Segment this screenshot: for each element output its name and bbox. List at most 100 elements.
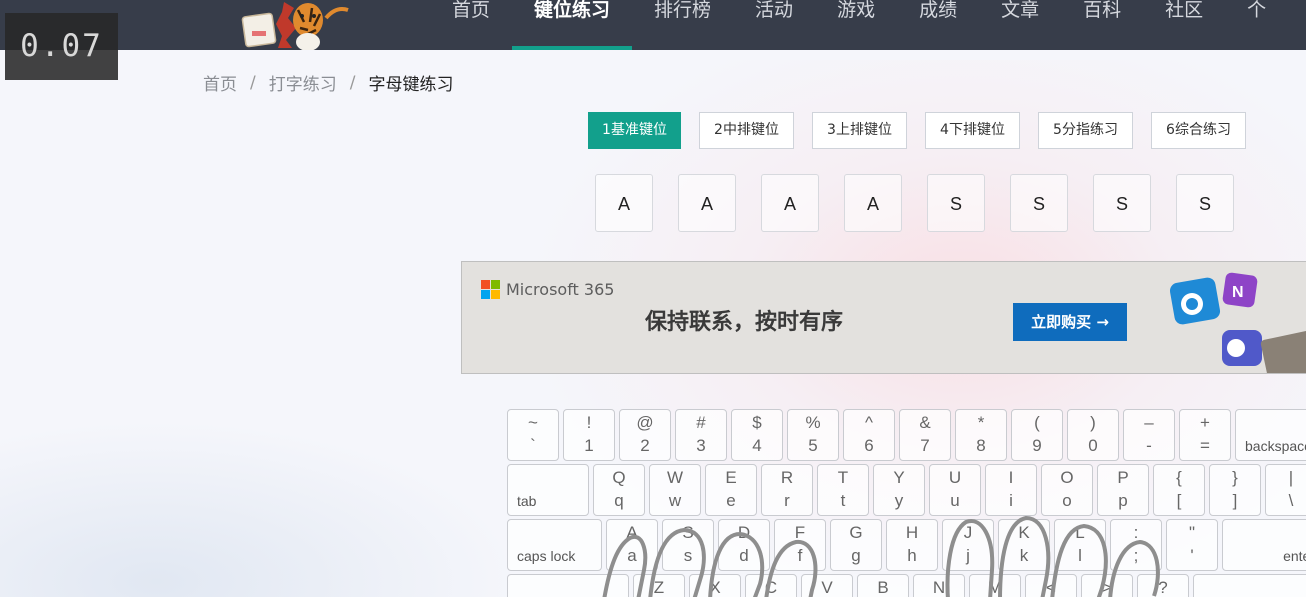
keyboard-key[interactable]: X — [689, 574, 741, 597]
keyboard-key[interactable]: N — [913, 574, 965, 597]
tab-key[interactable]: tab — [507, 464, 589, 516]
keyboard-key[interactable]: Ff — [774, 519, 826, 571]
practice-tab[interactable]: 1基准键位 — [588, 112, 681, 149]
keyboard-key[interactable]: Rr — [761, 464, 813, 516]
keyboard-key[interactable]: > — [1081, 574, 1133, 597]
right-shift-key[interactable] — [1193, 574, 1306, 597]
ms-square-green — [491, 280, 500, 289]
nav-item[interactable]: 游戏 — [815, 0, 897, 50]
breadcrumb-home[interactable]: 首页 — [203, 70, 237, 95]
keyboard-key[interactable]: ! 1 — [563, 409, 615, 461]
keyboard-key[interactable]: M — [969, 574, 1021, 597]
target-key: S — [1093, 174, 1151, 232]
key-char: i — [1009, 491, 1013, 510]
key-char: 2 — [640, 436, 650, 455]
keyboard-key[interactable]: Pp — [1097, 464, 1149, 516]
nav-item[interactable]: 百科 — [1061, 0, 1143, 50]
keyboard-key[interactable]: Ss — [662, 519, 714, 571]
keyboard-key[interactable]: @2 — [619, 409, 671, 461]
keyboard-key[interactable]: #3 — [675, 409, 727, 461]
key-char: l — [1078, 546, 1082, 565]
keyboard-key[interactable]: | \ — [1265, 464, 1306, 516]
key-char: 0 — [1088, 436, 1098, 455]
key-char: > — [1102, 578, 1112, 597]
keyboard-row-numbers: ~ `! 1 @2 #3 $4% 5 ^ 6 & 7 * 8(9) 0– - + = backspace — [507, 409, 1306, 461]
ms-square-yellow — [491, 290, 500, 299]
ad-buy-button[interactable]: 立即购买 → — [1013, 303, 1127, 341]
keyboard-key[interactable]: (9 — [1011, 409, 1063, 461]
key-char: w — [668, 491, 682, 510]
keyboard-key[interactable]: – - — [1123, 409, 1175, 461]
keyboard-key[interactable]: Gg — [830, 519, 882, 571]
keyboard-key[interactable]: Dd — [718, 519, 770, 571]
keyboard-key[interactable]: ) 0 — [1067, 409, 1119, 461]
target-key: S — [1010, 174, 1068, 232]
nav-item-label: 活动 — [755, 0, 794, 21]
keyboard-key[interactable]: + = — [1179, 409, 1231, 461]
key-shift-char: | — [1288, 468, 1294, 487]
keyboard-key[interactable]: ~ ` — [507, 409, 559, 461]
ad-banner[interactable]: Microsoft 365 保持联系，按时有序 立即购买 → N — [461, 261, 1306, 374]
key-char: e — [726, 491, 736, 510]
key-shift-char: " — [1188, 523, 1196, 542]
left-shift-key[interactable] — [507, 574, 629, 597]
enter-key[interactable]: enter — [1222, 519, 1306, 571]
caps-lock-key[interactable]: caps lock — [507, 519, 602, 571]
key-char: s — [683, 546, 693, 565]
keyboard-key[interactable]: Hh — [886, 519, 938, 571]
keyboard-key[interactable]: % 5 — [787, 409, 839, 461]
key-shift-char: ~ — [528, 413, 538, 432]
backspace-key[interactable]: backspace — [1235, 409, 1306, 461]
keyboard-key[interactable]: Yy — [873, 464, 925, 516]
keyboard-key[interactable]: Jj — [942, 519, 994, 571]
keyboard-key[interactable]: V — [801, 574, 853, 597]
nav-item[interactable]: 排行榜 — [632, 0, 733, 50]
keyboard-key[interactable]: ? — [1137, 574, 1189, 597]
nav-item-label: 键位练习 — [534, 0, 611, 21]
key-char: = — [1200, 436, 1210, 455]
keyboard-key[interactable]: Z — [633, 574, 685, 597]
key-shift-char: E — [725, 468, 737, 487]
nav-item[interactable]: 成绩 — [897, 0, 979, 50]
keyboard-key[interactable]: * 8 — [955, 409, 1007, 461]
keyboard-key[interactable]: Tt — [817, 464, 869, 516]
keyboard-key[interactable]: $4 — [731, 409, 783, 461]
keyboard-key[interactable]: {[ — [1153, 464, 1205, 516]
keyboard-key[interactable]: Ii — [985, 464, 1037, 516]
practice-tab[interactable]: 2中排键位 — [699, 112, 794, 149]
keyboard-key[interactable]: < — [1025, 574, 1077, 597]
key-shift-char: Q — [612, 468, 626, 487]
nav-item[interactable]: 文章 — [979, 0, 1061, 50]
practice-tab[interactable]: 5分指练习 — [1038, 112, 1133, 149]
breadcrumb-typing-practice[interactable]: 打字练习 — [269, 70, 337, 95]
key-char: 8 — [976, 436, 986, 455]
nav-item[interactable]: 键位练习 — [512, 0, 633, 50]
keyboard-key[interactable]: Oo — [1041, 464, 1093, 516]
key-label: enter — [1283, 548, 1306, 564]
key-char: r — [784, 491, 790, 510]
nav-item[interactable]: 个 — [1225, 0, 1288, 50]
keyboard-key[interactable]: ^ 6 — [843, 409, 895, 461]
keyboard-key[interactable]: }] — [1209, 464, 1261, 516]
keyboard-key[interactable]: Ee — [705, 464, 757, 516]
keyboard-key[interactable]: & 7 — [899, 409, 951, 461]
keyboard-key[interactable]: Uu — [929, 464, 981, 516]
keyboard-key[interactable]: Ww — [649, 464, 701, 516]
nav-item[interactable]: 活动 — [733, 0, 815, 50]
keyboard-key[interactable]: Aa — [606, 519, 658, 571]
practice-tab[interactable]: 3上排键位 — [812, 112, 907, 149]
keyboard-key[interactable]: Kk — [998, 519, 1050, 571]
keyboard-key[interactable]: B — [857, 574, 909, 597]
practice-tab[interactable]: 4下排键位 — [925, 112, 1020, 149]
keyboard-key[interactable]: :; — [1110, 519, 1162, 571]
keyboard-key[interactable]: C — [745, 574, 797, 597]
nav-item[interactable]: 首页 — [430, 0, 512, 50]
keyboard-key[interactable]: " ' — [1166, 519, 1218, 571]
nav-item[interactable]: 社区 — [1143, 0, 1225, 50]
breadcrumb: 首页 / 打字练习 / 字母键练习 — [203, 70, 453, 96]
key-char: ] — [1232, 491, 1238, 510]
keyboard-key[interactable]: Qq — [593, 464, 645, 516]
practice-tab[interactable]: 6综合练习 — [1151, 112, 1246, 149]
tiger-mascot-logo[interactable] — [236, 0, 366, 50]
keyboard-key[interactable]: Ll — [1054, 519, 1106, 571]
